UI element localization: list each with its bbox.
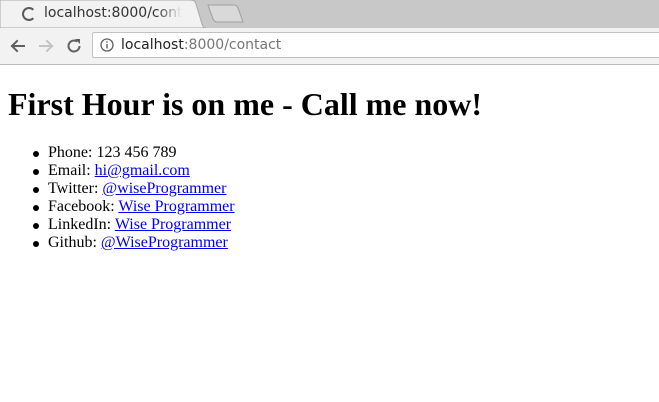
contact-label: Twitter: bbox=[48, 180, 99, 197]
browser-toolbar: localhost:8000/contact bbox=[0, 28, 659, 65]
phone-number: 123 456 789 bbox=[96, 144, 177, 161]
contact-item-phone: Phone: 123 456 789 bbox=[33, 144, 235, 162]
page-title: First Hour is on me - Call me now! bbox=[8, 86, 483, 122]
reload-button[interactable] bbox=[64, 36, 84, 56]
bullet bbox=[33, 151, 39, 157]
tab-title: localhost:8000/contact bbox=[44, 5, 182, 21]
contact-label: Phone: bbox=[48, 144, 93, 161]
contact-label: LinkedIn: bbox=[48, 216, 112, 233]
contact-item-twitter: Twitter: @wiseProgrammer bbox=[33, 180, 235, 198]
forward-button[interactable] bbox=[36, 36, 56, 56]
email-link[interactable]: hi@gmail.com bbox=[95, 162, 190, 179]
url-path: :8000/contact bbox=[183, 37, 282, 53]
contact-item-linkedin: LinkedIn: Wise Programmer bbox=[33, 216, 235, 234]
active-tab[interactable]: localhost:8000/contact bbox=[0, 0, 206, 28]
bullet bbox=[33, 169, 39, 175]
contact-label: Github: bbox=[48, 234, 97, 251]
url-host: localhost bbox=[121, 37, 184, 53]
contact-label: Email: bbox=[48, 162, 91, 179]
new-tab-icon bbox=[207, 4, 244, 23]
forward-arrow-icon bbox=[39, 39, 54, 53]
contact-item-github: Github: @WiseProgrammer bbox=[33, 234, 235, 252]
back-arrow-icon bbox=[10, 39, 25, 53]
address-bar[interactable]: localhost:8000/contact bbox=[92, 32, 659, 58]
contact-label: Facebook: bbox=[48, 198, 115, 215]
github-link[interactable]: @WiseProgrammer bbox=[101, 234, 228, 251]
url-text: localhost:8000/contact bbox=[121, 37, 281, 53]
contact-item-facebook: Facebook: Wise Programmer bbox=[33, 198, 235, 216]
linkedin-link[interactable]: Wise Programmer bbox=[115, 216, 231, 233]
info-icon[interactable] bbox=[100, 38, 114, 52]
bullet bbox=[33, 223, 39, 229]
loading-spinner-icon bbox=[22, 7, 36, 21]
bullet bbox=[33, 241, 39, 247]
contact-list: Phone: 123 456 789 Email: hi@gmail.com T… bbox=[33, 144, 235, 252]
bullet bbox=[33, 187, 39, 193]
facebook-link[interactable]: Wise Programmer bbox=[118, 198, 234, 215]
twitter-link[interactable]: @wiseProgrammer bbox=[102, 180, 226, 197]
reload-icon bbox=[67, 39, 81, 53]
contact-item-email: Email: hi@gmail.com bbox=[33, 162, 235, 180]
new-tab-button[interactable] bbox=[206, 4, 246, 24]
tab-strip: localhost:8000/contact bbox=[0, 0, 659, 28]
bullet bbox=[33, 205, 39, 211]
page-content: First Hour is on me - Call me now! Phone… bbox=[0, 65, 659, 402]
back-button[interactable] bbox=[8, 36, 28, 56]
